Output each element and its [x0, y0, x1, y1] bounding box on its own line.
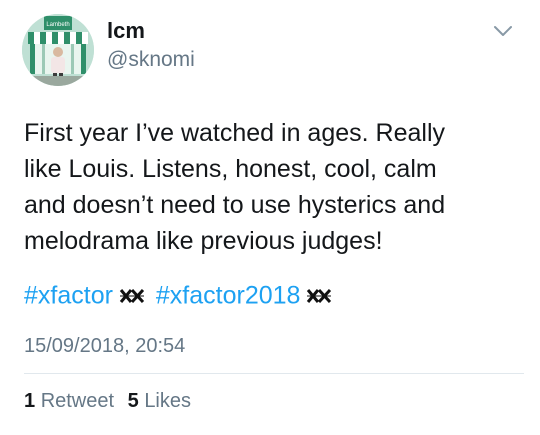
likes-label: Likes — [144, 390, 192, 412]
avatar[interactable]: Lambeth — [22, 14, 94, 86]
likes-stat[interactable]: 5 Likes — [128, 390, 191, 412]
likes-count: 5 — [127, 390, 139, 412]
display-name[interactable]: lcm — [107, 18, 145, 44]
tweet-text-line: like Louis. Listens, honest, cool, calm — [24, 155, 437, 183]
hashtag-link[interactable]: #xfactor2018 — [156, 282, 301, 310]
hashtag-link[interactable]: #xfactor — [24, 282, 113, 310]
hashtag-line: #xfactor #xfactor2018 — [24, 277, 524, 317]
tweet-text-line: and doesn’t need to use hysterics and — [24, 191, 446, 219]
tweet-text-line: melodrama like previous judges! — [24, 227, 383, 255]
username-handle[interactable]: @sknomi — [107, 47, 195, 73]
divider — [24, 373, 524, 374]
tweet-timestamp[interactable]: 15/09/2018, 20:54 — [24, 333, 185, 359]
tweet-card: Lambeth lcm @sknomi First year I’ve watc… — [0, 0, 540, 435]
x-factor-logo-icon — [118, 277, 145, 313]
avatar-image: Lambeth — [22, 14, 94, 86]
tweet-text: First year I’ve watched in ages. Really … — [24, 115, 524, 259]
x-factor-logo-icon — [306, 277, 333, 313]
chevron-down-icon[interactable] — [492, 24, 514, 38]
tweet-stats: 1 Retweet 5 Likes — [24, 388, 199, 414]
avatar-sign-text: Lambeth — [46, 22, 69, 28]
retweets-count: 1 — [24, 390, 36, 412]
retweets-label: Retweet — [40, 390, 115, 412]
retweets-stat[interactable]: 1 Retweet — [24, 390, 114, 412]
tweet-text-line: First year I’ve watched in ages. Really — [24, 119, 446, 147]
